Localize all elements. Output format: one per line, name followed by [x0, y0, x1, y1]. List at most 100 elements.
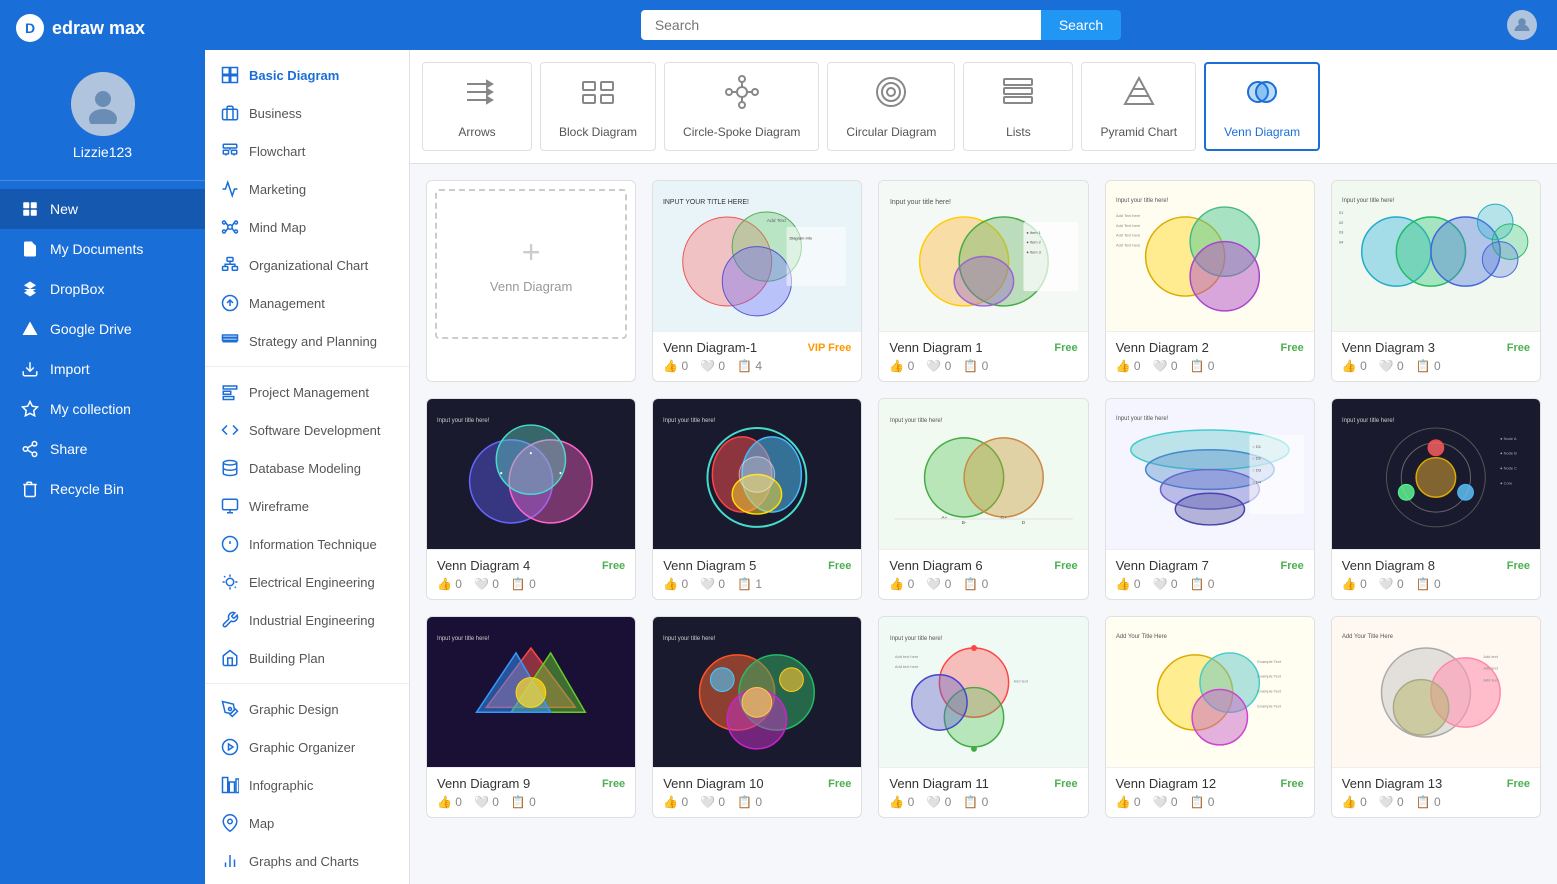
- template-vd13[interactable]: Add Your Title Here Example Text Example…: [1105, 616, 1315, 818]
- template-vd4[interactable]: Input your title here! 01 02 03 04: [1331, 180, 1541, 382]
- diagram-type-circular[interactable]: Circular Diagram: [827, 62, 955, 151]
- svg-text:○ D4: ○ D4: [1252, 479, 1261, 484]
- free-badge: Free: [1507, 778, 1530, 790]
- sec-item-basic-diagram[interactable]: Basic Diagram: [205, 56, 409, 94]
- sidebar-item-recycle-bin[interactable]: Recycle Bin: [0, 469, 205, 509]
- sec-label: Building Plan: [249, 651, 325, 666]
- header-user-icon[interactable]: [1507, 10, 1537, 40]
- sec-item-info-technique[interactable]: Information Technique: [205, 525, 409, 563]
- sec-item-graphic-design[interactable]: Graphic Design: [205, 690, 409, 728]
- sec-item-building[interactable]: Building Plan: [205, 639, 409, 677]
- preview-vd13: Add Your Title Here Example Text Example…: [1106, 617, 1314, 767]
- sec-label: Infographic: [249, 778, 313, 793]
- sec-label: Strategy and Planning: [249, 334, 377, 349]
- top-header: Search: [205, 0, 1557, 50]
- docs-icon: [20, 239, 40, 259]
- user-profile[interactable]: Lizzie123: [0, 56, 205, 181]
- sec-label: Graphs and Charts: [249, 854, 359, 869]
- sec-item-mind-map[interactable]: Mind Map: [205, 208, 409, 246]
- sidebar-item-my-collection[interactable]: My collection: [0, 389, 205, 429]
- template-info-vd1: Venn Diagram-1 VIP Free 👍 0 🤍 0 📋 4: [653, 331, 861, 381]
- hearts-stat: 🤍 0: [926, 577, 951, 591]
- template-vd1[interactable]: INPUT YOUR TITLE HERE! Add Text Diagram …: [652, 180, 862, 382]
- sidebar-item-dropbox[interactable]: DropBox: [0, 269, 205, 309]
- free-badge: Free: [1507, 560, 1530, 572]
- svg-text:Input your title here!: Input your title here!: [890, 418, 943, 424]
- sec-item-management[interactable]: Management: [205, 284, 409, 322]
- sec-item-electrical[interactable]: Electrical Engineering: [205, 563, 409, 601]
- template-vd14[interactable]: Add Your Title Here Add text Add text Ad…: [1331, 616, 1541, 818]
- search-input[interactable]: [641, 10, 1041, 40]
- svg-text:Add Your Title Here: Add Your Title Here: [1116, 634, 1168, 640]
- diagram-type-bar: Arrows Block Diagram: [410, 50, 1557, 164]
- template-vd8[interactable]: Input your title here! ○ D1 ○ D2 ○ D3 ○ …: [1105, 398, 1315, 600]
- diagram-type-venn[interactable]: Venn Diagram: [1204, 62, 1320, 151]
- likes-stat: 👍 0: [1342, 795, 1367, 809]
- svg-text:● Node B: ● Node B: [1500, 450, 1517, 455]
- copies-stat: 📋 1: [737, 577, 762, 591]
- sidebar-item-new[interactable]: New: [0, 189, 205, 229]
- template-name: Venn Diagram 1: [889, 340, 982, 355]
- sidebar-item-share[interactable]: Share: [0, 429, 205, 469]
- my-collection-label: My collection: [50, 401, 131, 417]
- template-vd12[interactable]: Input your title here! Add text here Add…: [878, 616, 1088, 818]
- sec-item-graphic-organizer[interactable]: Graphic Organizer: [205, 728, 409, 766]
- recycle-bin-label: Recycle Bin: [50, 481, 124, 497]
- sec-item-wireframe[interactable]: Wireframe: [205, 487, 409, 525]
- import-label: Import: [50, 361, 90, 377]
- sec-item-database[interactable]: Database Modeling: [205, 449, 409, 487]
- dropbox-label: DropBox: [50, 281, 104, 297]
- template-name: Venn Diagram 9: [437, 776, 530, 791]
- template-vd9[interactable]: Input your title here! ● Node A: [1331, 398, 1541, 600]
- sec-item-marketing[interactable]: Marketing: [205, 170, 409, 208]
- template-info-vd10: Venn Diagram 9 Free 👍 0 🤍 0 📋 0: [427, 767, 635, 817]
- sec-label: Marketing: [249, 182, 306, 197]
- template-info-vd9: Venn Diagram 8 Free 👍 0 🤍 0 📋 0: [1332, 549, 1540, 599]
- template-info-vd6: Venn Diagram 5 Free 👍 0 🤍 0 📋 1: [653, 549, 861, 599]
- template-stats: 👍 0 🤍 0 📋 0: [663, 795, 851, 809]
- template-name: Venn Diagram 4: [437, 558, 530, 573]
- sidebar-item-import[interactable]: Import: [0, 349, 205, 389]
- sidebar-item-google-drive[interactable]: Google Drive: [0, 309, 205, 349]
- copies-stat: 📋 0: [1190, 577, 1215, 591]
- share-label: Share: [50, 441, 87, 457]
- template-vd7[interactable]: Input your title here! A+ B- C+ D: [878, 398, 1088, 600]
- search-button[interactable]: Search: [1041, 10, 1121, 40]
- gdrive-icon: [20, 319, 40, 339]
- sec-item-org-chart[interactable]: Organizational Chart: [205, 246, 409, 284]
- new-preview: + Venn Diagram: [435, 189, 627, 339]
- diagram-type-pyramid[interactable]: Pyramid Chart: [1081, 62, 1196, 151]
- copies-stat: 📋 4: [737, 359, 762, 373]
- template-vd5[interactable]: Input your title here! ● ● ●: [426, 398, 636, 600]
- template-vd6[interactable]: Input your title here! Venn Diagram 5: [652, 398, 862, 600]
- sec-item-map[interactable]: Map: [205, 804, 409, 842]
- sec-item-flowchart[interactable]: Flowchart: [205, 132, 409, 170]
- template-name: Venn Diagram 3: [1342, 340, 1435, 355]
- sec-item-strategy[interactable]: Strategy and Planning: [205, 322, 409, 360]
- preview-vd9: Input your title here! ● Node A: [1332, 399, 1540, 549]
- diagram-type-circle-spoke[interactable]: Circle-Spoke Diagram: [664, 62, 819, 151]
- sec-item-business[interactable]: Business: [205, 94, 409, 132]
- sec-item-graphs[interactable]: Graphs and Charts: [205, 842, 409, 880]
- sec-section-2: Project Management Software Development …: [205, 367, 409, 684]
- diagram-type-arrows[interactable]: Arrows: [422, 62, 532, 151]
- new-template-card[interactable]: + Venn Diagram: [426, 180, 636, 382]
- sec-item-project-management[interactable]: Project Management: [205, 373, 409, 411]
- svg-text:Add Text here: Add Text here: [1116, 222, 1141, 227]
- template-stats: 👍 0 🤍 0 📋 0: [889, 359, 1077, 373]
- diagram-type-lists[interactable]: Lists: [963, 62, 1073, 151]
- template-vd11[interactable]: Input your title here! Ven: [652, 616, 862, 818]
- template-name: Venn Diagram 5: [663, 558, 756, 573]
- sec-item-software-dev[interactable]: Software Development: [205, 411, 409, 449]
- sidebar-item-my-documents[interactable]: My Documents: [0, 229, 205, 269]
- svg-text:INPUT YOUR TITLE HERE!: INPUT YOUR TITLE HERE!: [663, 199, 749, 206]
- template-stats: 👍 0 🤍 0 📋 0: [437, 577, 625, 591]
- sec-item-infographic[interactable]: Infographic: [205, 766, 409, 804]
- diagram-type-block[interactable]: Block Diagram: [540, 62, 656, 151]
- template-vd2[interactable]: Input your title here! ● Item 1 ● Item 2…: [878, 180, 1088, 382]
- svg-text:● Node C: ● Node C: [1500, 465, 1517, 470]
- sec-item-industrial[interactable]: Industrial Engineering: [205, 601, 409, 639]
- copies-stat: 📋 0: [963, 795, 988, 809]
- template-vd10[interactable]: Input your title here! Venn Diagram 9 Fr…: [426, 616, 636, 818]
- template-vd3[interactable]: Input your title here! Add Text here Add…: [1105, 180, 1315, 382]
